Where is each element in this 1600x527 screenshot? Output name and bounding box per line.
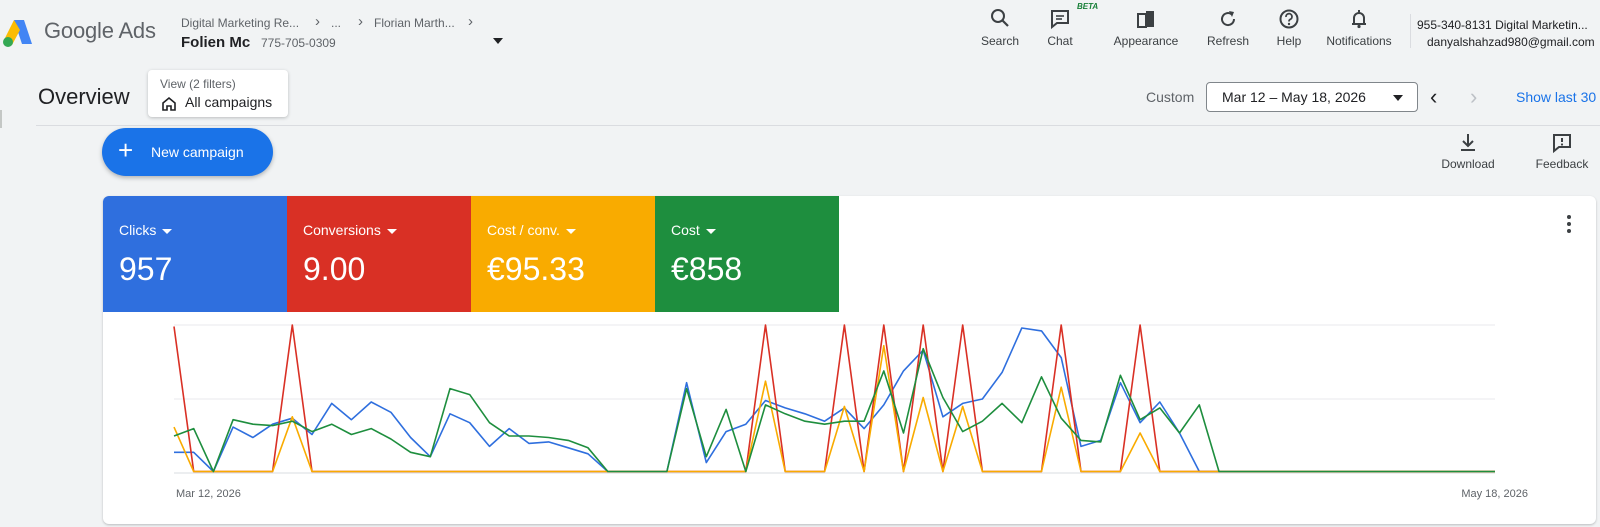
- x-axis-start-label: Mar 12, 2026: [176, 488, 241, 500]
- feedback-button[interactable]: Feedback: [1532, 132, 1592, 171]
- help-tool-button[interactable]: Help: [1272, 8, 1306, 52]
- dropdown-caret-icon: [162, 228, 173, 234]
- view-filter-label: View (2 filters): [160, 77, 236, 91]
- brand-name: Google Ads: [44, 18, 156, 43]
- header-divider: [36, 125, 1600, 126]
- account-dropdown-caret-icon[interactable]: [493, 38, 503, 44]
- dropdown-caret-icon: [386, 228, 397, 234]
- metric-name-text: Cost: [671, 222, 700, 238]
- metric-name-text: Conversions: [303, 222, 381, 238]
- x-axis-end-label: May 18, 2026: [1461, 488, 1528, 500]
- refresh-tool-button[interactable]: Refresh: [1200, 8, 1256, 52]
- performance-card: Clicks 957 Conversions 9.00 Cost / conv.…: [103, 196, 1596, 524]
- chevron-right-icon: ›: [315, 13, 320, 30]
- download-icon: [1461, 134, 1475, 151]
- view-filter-selector[interactable]: View (2 filters) All campaigns: [148, 70, 288, 117]
- date-range-picker[interactable]: Mar 12 – May 18, 2026: [1206, 82, 1418, 112]
- download-button[interactable]: Download: [1438, 132, 1498, 171]
- metric-value: €95.33: [487, 251, 585, 287]
- help-tool-label: Help: [1276, 34, 1302, 48]
- google-ads-logo-icon: [3, 20, 32, 47]
- previous-period-button[interactable]: ‹: [1430, 84, 1437, 110]
- chevron-right-icon: ›: [358, 13, 363, 30]
- next-period-button[interactable]: ›: [1470, 84, 1477, 110]
- search-tool-button[interactable]: Search: [976, 8, 1024, 52]
- view-filter-value: All campaigns: [185, 94, 273, 110]
- date-range-value: Mar 12 – May 18, 2026: [1222, 89, 1366, 105]
- metric-tile-cost-per-conv[interactable]: Cost / conv. €95.33: [471, 196, 655, 312]
- chat-tool-label: Chat: [1047, 34, 1073, 48]
- breadcrumb-item-ellipsis[interactable]: ...: [331, 16, 341, 30]
- metric-value: €858: [671, 251, 743, 287]
- series-line-cost-conv: [173, 344, 1495, 473]
- chevron-right-icon: ›: [468, 13, 473, 30]
- chat-tool-button[interactable]: Chat: [1040, 8, 1080, 52]
- dropdown-caret-icon: [705, 228, 716, 234]
- new-campaign-label: New campaign: [151, 144, 244, 160]
- refresh-icon: [1221, 11, 1236, 27]
- help-icon: [1279, 9, 1299, 29]
- notifications-tool-button[interactable]: Notifications: [1320, 8, 1398, 52]
- chart-series: [173, 324, 1495, 473]
- left-edge-marker: [0, 110, 2, 128]
- metric-tile-cost[interactable]: Cost €858: [655, 196, 839, 312]
- account-id: 775-705-0309: [261, 36, 336, 50]
- metric-tile-conversions[interactable]: Conversions 9.00: [287, 196, 471, 312]
- series-line-cost: [173, 347, 1495, 473]
- series-line-conversions: [173, 324, 1495, 473]
- dropdown-caret-icon: [1393, 95, 1403, 101]
- appearance-tool-button[interactable]: Appearance: [1106, 8, 1186, 52]
- date-range-type-label: Custom: [1146, 89, 1195, 105]
- metric-tile-clicks[interactable]: Clicks 957: [103, 196, 287, 312]
- appearance-tool-label: Appearance: [1113, 34, 1179, 48]
- breadcrumb-item-sub-account[interactable]: Florian Marth...: [374, 16, 455, 30]
- breadcrumb-item-manager[interactable]: Digital Marketing Re...: [181, 16, 299, 30]
- new-campaign-button[interactable]: + New campaign: [102, 128, 273, 176]
- account-name[interactable]: Folien Mc: [181, 34, 250, 51]
- metric-value: 9.00: [303, 251, 366, 287]
- metric-name-text: Cost / conv.: [487, 222, 560, 238]
- beta-badge: BETA: [1077, 2, 1099, 11]
- show-last-30-link[interactable]: Show last 30: [1516, 89, 1596, 105]
- user-divider: [1410, 14, 1411, 48]
- bell-icon: [1352, 10, 1366, 29]
- appearance-icon: [1137, 11, 1154, 28]
- search-tool-label: Search: [980, 34, 1020, 48]
- user-email[interactable]: danyalshahzad980@gmail.com: [1427, 35, 1595, 49]
- metric-name: Conversions: [303, 222, 397, 238]
- metric-name: Cost: [671, 222, 716, 238]
- more-options-icon[interactable]: [1559, 212, 1579, 236]
- plus-icon: +: [118, 135, 134, 165]
- search-icon: [991, 9, 1009, 27]
- home-icon: [162, 96, 176, 111]
- dropdown-caret-icon: [565, 228, 576, 234]
- user-account-label[interactable]: 955-340-8131 Digital Marketin...: [1417, 18, 1588, 32]
- metric-name: Clicks: [119, 222, 173, 238]
- metric-name-text: Clicks: [119, 222, 157, 238]
- notifications-tool-label: Notifications: [1326, 34, 1392, 48]
- download-label: Download: [1441, 157, 1495, 171]
- chat-icon: [1051, 10, 1069, 30]
- feedback-label: Feedback: [1535, 157, 1589, 171]
- metric-name: Cost / conv.: [487, 222, 576, 238]
- refresh-tool-label: Refresh: [1206, 34, 1250, 48]
- page-title: Overview: [38, 84, 130, 109]
- metric-value: 957: [119, 251, 173, 287]
- feedback-icon: [1553, 134, 1571, 154]
- performance-chart: Mar 12, 2026 May 18, 2026: [173, 324, 1528, 500]
